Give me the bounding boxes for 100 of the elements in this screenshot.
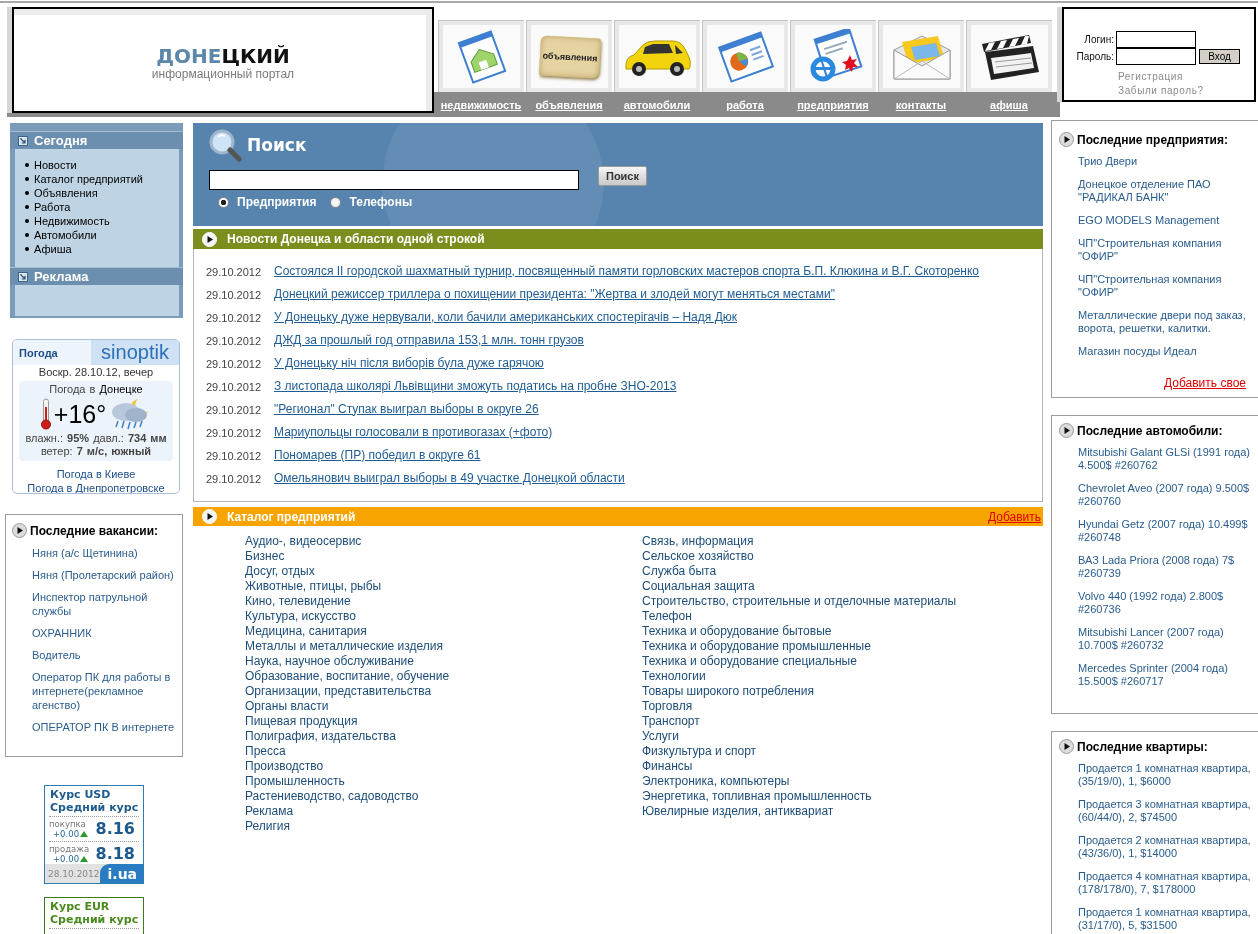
brand-logo[interactable]: i.ua bbox=[99, 864, 143, 883]
category-link[interactable]: Бизнес bbox=[245, 549, 285, 564]
company-link[interactable]: Донецкое отделение ПАО "РАДИКАЛ БАНК" bbox=[1078, 178, 1258, 204]
radio-button[interactable] bbox=[218, 196, 229, 208]
radio-label[interactable]: Телефоны bbox=[349, 195, 413, 209]
apartment-listing-link[interactable]: Продается 4 комнатная квартира, (178/178/0), 7, $178000 bbox=[1078, 870, 1258, 896]
category-link[interactable]: Физкультура и спорт bbox=[642, 744, 757, 759]
category-link[interactable]: Товары широкого потребления bbox=[642, 684, 814, 699]
category-link[interactable]: Связь, информация bbox=[642, 534, 754, 549]
category-link[interactable]: Электроника, компьютеры bbox=[642, 774, 790, 789]
brand-logo[interactable]: sinoptik bbox=[91, 340, 179, 365]
category-link[interactable]: Образование, воспитание, обучение bbox=[245, 669, 450, 684]
news-link[interactable]: ДЖД за прошлый год отправила 153,1 млн. тонн грузов bbox=[274, 332, 584, 347]
category-link[interactable]: Торговля bbox=[642, 699, 693, 714]
category-link[interactable]: Услуги bbox=[642, 729, 679, 744]
car-listing-link[interactable]: Mitsubishi Galant GLSi (1991 года) 4.500$ #260762 bbox=[1078, 446, 1258, 472]
search-button[interactable]: Поиск bbox=[598, 166, 647, 186]
news-link[interactable]: "Регионал" Ступак выиграл выборы в округе 26 bbox=[274, 401, 539, 416]
category-link[interactable]: Технологии bbox=[642, 669, 706, 684]
category-link[interactable]: Досуг, отдых bbox=[245, 564, 315, 579]
car-listing-link[interactable]: ВАЗ Lada Priora (2008 года) 7$ #260739 bbox=[1078, 554, 1258, 580]
car-listing-link[interactable]: Chevrolet Aveo (2007 года) 9.500$ #260760 bbox=[1078, 482, 1258, 508]
vacancy-link[interactable]: Инспектор патрульной службы bbox=[32, 590, 182, 618]
category-link[interactable]: Организации, представительства bbox=[245, 684, 432, 699]
company-link[interactable]: EGO MODELS Management bbox=[1078, 214, 1258, 227]
vacancy-link[interactable]: ОХРАННИК bbox=[32, 626, 182, 640]
category-link[interactable]: Ювелирные изделия, антиквариат bbox=[642, 804, 834, 819]
menu-link[interactable]: Новости bbox=[34, 159, 77, 171]
vacancy-link[interactable]: Няня (Пролетарский район) bbox=[32, 568, 182, 582]
news-link[interactable]: Омельянович выиграл выборы в 49 участке Донецкой области bbox=[274, 470, 625, 485]
car-listing-link[interactable]: Mercedes Sprinter (2004 года) 15.500$ #260717 bbox=[1078, 662, 1258, 688]
company-link[interactable]: ЧП"Строительная компания "ОФИР" bbox=[1078, 237, 1258, 263]
search-input[interactable] bbox=[209, 170, 579, 190]
category-link[interactable]: Пищевая продукция bbox=[245, 714, 358, 729]
vacancy-link[interactable]: Водитель bbox=[32, 648, 182, 662]
category-link[interactable]: Наука, научное обслуживание bbox=[245, 654, 414, 669]
category-link[interactable]: Телефон bbox=[642, 609, 692, 624]
company-link[interactable]: ЧП"Строительная компания "ОФИР" bbox=[1078, 273, 1258, 299]
radio-button[interactable] bbox=[330, 196, 342, 208]
category-link[interactable]: Полиграфия, издательства bbox=[245, 729, 396, 744]
login-input[interactable] bbox=[1116, 31, 1196, 48]
vacancy-link[interactable]: Оператор ПК для работы в интернете(рекламное агенство) bbox=[32, 670, 182, 712]
radio-label[interactable]: Предприятия bbox=[237, 195, 317, 209]
category-link[interactable]: Техника и оборудование специальные bbox=[642, 654, 857, 669]
news-link[interactable]: Пономарев (ПР) победил в округе 61 bbox=[274, 447, 481, 462]
apartment-listing-link[interactable]: Продается 1 комнатная квартира, (31/17/0), 5, $31500 bbox=[1078, 906, 1258, 932]
apartment-listing-link[interactable]: Продается 1 комнатная квартира, (35/19/0), 1, $6000 bbox=[1078, 762, 1258, 788]
category-link[interactable]: Религия bbox=[245, 819, 291, 834]
car-listing-link[interactable]: Hyundai Getz (2007 года) 10.499$ #260748 bbox=[1078, 518, 1258, 544]
login-link[interactable]: Забыли пароль? bbox=[1118, 85, 1254, 96]
category-link[interactable]: Транспорт bbox=[642, 714, 700, 729]
logo-title[interactable]: ДОНЕЦКИЙ bbox=[156, 45, 290, 67]
news-link[interactable]: Мариупольцы голосовали в противогазах (+фото) bbox=[274, 424, 553, 439]
apartment-listing-link[interactable]: Продается 2 комнатная квартира, (43/36/0), 1, $14000 bbox=[1078, 834, 1258, 860]
vacancy-link[interactable]: ОПЕРАТОР ПК В интернете bbox=[32, 720, 182, 734]
category-link[interactable]: Животные, птицы, рыбы bbox=[245, 579, 382, 594]
category-link[interactable]: Строительство, строительные и отделочные материалы bbox=[642, 594, 957, 609]
vacancy-link[interactable]: Няня (а/с Щетинина) bbox=[32, 546, 182, 560]
menu-link[interactable]: Каталог предприятий bbox=[34, 173, 143, 185]
category-link[interactable]: Финансы bbox=[642, 759, 693, 774]
category-link[interactable]: Сельское хозяйство bbox=[642, 549, 754, 564]
add-link[interactable]: Добавить свое bbox=[1164, 376, 1246, 390]
category-link[interactable]: Техника и оборудование промышленные bbox=[642, 639, 871, 654]
weather-link[interactable]: Погода в Киеве bbox=[56, 467, 136, 481]
category-link[interactable]: Социальная защита bbox=[642, 579, 755, 594]
company-link[interactable]: Магазин посуды Идеал bbox=[1078, 345, 1258, 358]
menu-link[interactable]: Недвижимость bbox=[34, 215, 110, 227]
menu-link[interactable]: Афиша bbox=[34, 243, 72, 255]
category-link[interactable]: Органы власти bbox=[245, 699, 329, 714]
announcement-parchment[interactable]: объявления bbox=[538, 34, 601, 79]
category-link[interactable]: Производство bbox=[245, 759, 324, 774]
login-link[interactable]: Регистрация bbox=[1118, 71, 1254, 82]
category-link[interactable]: Культура, искусство bbox=[245, 609, 356, 624]
menu-link[interactable]: Автомобили bbox=[34, 229, 97, 241]
login-button[interactable]: Вход bbox=[1199, 49, 1240, 64]
category-link[interactable]: Служба быта bbox=[642, 564, 717, 579]
category-link[interactable]: Техника и оборудование бытовые bbox=[642, 624, 832, 639]
password-input[interactable] bbox=[1116, 48, 1196, 65]
menu-link[interactable]: Работа bbox=[34, 201, 71, 213]
category-link[interactable]: Кино, телевидение bbox=[245, 594, 351, 609]
news-link[interactable]: Состоялся II городской шахматный турнир, посвященный памяти горловских мастеров спорта Б.П. Клюкина и В.Г. Скоторенко bbox=[274, 263, 979, 278]
news-link[interactable]: Донецкий режиссер триллера о похищении президента: "Жертва и злодей могут меняться местами" bbox=[274, 286, 835, 301]
news-date: 29.10.2012 bbox=[206, 333, 263, 347]
category-link[interactable]: Медицина, санитария bbox=[245, 624, 367, 639]
category-link[interactable]: Растениеводство, садоводство bbox=[245, 789, 419, 804]
category-link[interactable]: Реклама bbox=[245, 804, 294, 819]
news-link[interactable]: У Донецьку дуже нервували, коли бачили американських спостерігачів – Надя Дюк bbox=[274, 309, 737, 324]
menu-link[interactable]: Объявления bbox=[34, 187, 98, 199]
news-link[interactable]: З листопада школярі Львівщини зможуть податись на пробне ЗНО-2013 bbox=[274, 378, 677, 393]
category-link[interactable]: Аудио-, видеосервис bbox=[245, 534, 362, 549]
category-link[interactable]: Промышленность bbox=[245, 774, 345, 789]
category-link[interactable]: Энергетика, топливная промышленность bbox=[642, 789, 872, 804]
apartment-listing-link[interactable]: Продается 3 комнатная квартира, (60/44/0), 2, $74500 bbox=[1078, 798, 1258, 824]
car-listing-link[interactable]: Volvo 440 (1992 года) 2.800$ #260736 bbox=[1078, 590, 1258, 616]
car-listing-link[interactable]: Mitsubishi Lancer (2007 года) 10.700$ #260732 bbox=[1078, 626, 1258, 652]
company-link[interactable]: Трио Двери bbox=[1078, 155, 1258, 168]
news-link[interactable]: У Донецьку ніч після виборів була дуже гарячою bbox=[274, 355, 544, 370]
category-link[interactable]: Металлы и металлические изделия bbox=[245, 639, 444, 654]
category-link[interactable]: Пресса bbox=[245, 744, 286, 759]
company-link[interactable]: Металлические двери под заказ, ворота, решетки, калитки. bbox=[1078, 309, 1258, 335]
